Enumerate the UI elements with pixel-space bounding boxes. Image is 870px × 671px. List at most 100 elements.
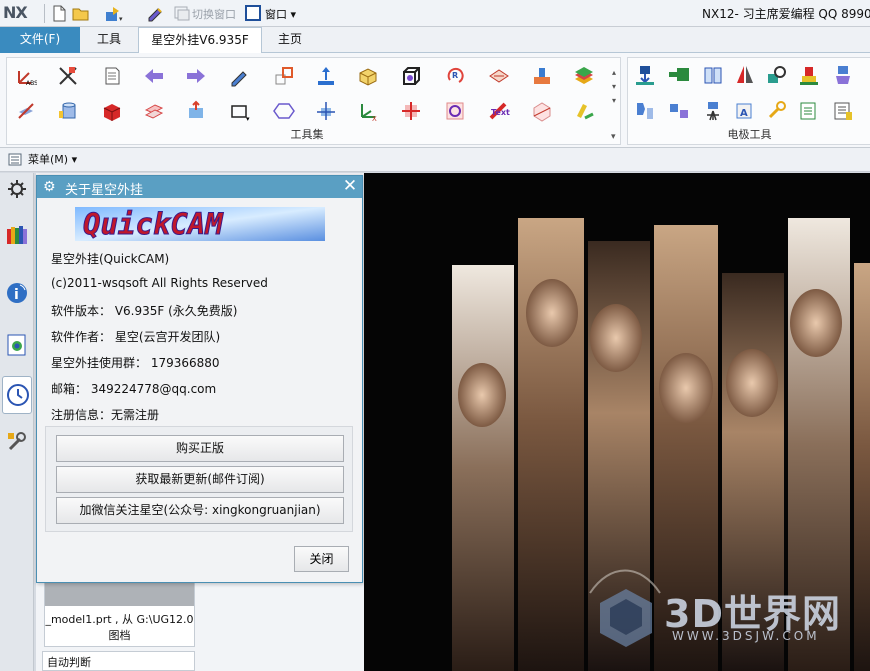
clock-icon [7, 384, 29, 406]
menu-button[interactable]: 菜单(M) ▾ [6, 151, 77, 169]
point-icon[interactable] [400, 100, 422, 122]
chevron-down-icon: ▾ [71, 153, 78, 166]
svg-text:X: X [372, 115, 377, 122]
author-info: 软件作者： 星空(云宫开发团队) [51, 330, 221, 344]
electrode-split-icon[interactable] [634, 100, 656, 122]
layers-icon[interactable] [573, 65, 595, 87]
cut-face-icon[interactable] [15, 100, 37, 122]
svg-text:▾: ▾ [246, 115, 250, 122]
product-name: 星空外挂(QuickCAM) [51, 252, 170, 266]
rectangle-icon[interactable]: ▾ [228, 100, 250, 122]
quickcam-logo-text: QuickCAM [83, 207, 224, 241]
extrude-up-icon[interactable] [315, 65, 337, 87]
electrode-tools-group: A 电极工具 [627, 57, 870, 145]
web-browser-icon[interactable] [5, 333, 29, 357]
block-icon[interactable] [357, 65, 379, 87]
chevron-down-icon[interactable]: ▾ [611, 132, 616, 142]
rotate-r-icon[interactable]: R [444, 65, 466, 87]
graphics-window[interactable]: 3D世界网 WWW.3DSJW.COM [364, 173, 870, 671]
quickcam-logo: QuickCAM [75, 207, 325, 241]
electrode-inspect-icon[interactable] [766, 64, 788, 86]
section-view-icon[interactable] [531, 100, 553, 122]
edit-tool-icon[interactable] [146, 5, 166, 22]
window-menu-label: 窗口 [265, 8, 287, 21]
sheet-icon[interactable] [101, 65, 123, 87]
app-title: NX12- 习主席爱编程 QQ 8990 [702, 7, 870, 21]
electrode-label-icon[interactable]: A [734, 100, 756, 122]
recent-file-name: _model1.prt , 从 G:\UG12.0图档 [45, 613, 194, 642]
polygon-icon[interactable] [273, 100, 295, 122]
svg-text:i: i [14, 287, 19, 303]
electrode-sail-icon[interactable] [734, 64, 756, 86]
recent-file-card[interactable]: _model1.prt , 从 G:\UG12.0图档 [44, 573, 195, 647]
books-icon[interactable] [5, 223, 29, 247]
toolbar-separator [44, 4, 45, 23]
trim-icon[interactable] [57, 65, 79, 87]
window-icon[interactable] [245, 5, 261, 22]
buy-button[interactable]: 购买正版 [56, 435, 344, 462]
pen-tool-icon[interactable] [228, 65, 250, 87]
electrode-pair-icon[interactable] [668, 100, 690, 122]
user-group-info: 星空外挂使用群： 179366880 [51, 356, 220, 370]
nx-logo: NX [3, 3, 28, 22]
email-info: 邮箱： 349224778@qq.com [51, 382, 217, 396]
open-folder-icon[interactable] [72, 5, 90, 22]
offset-face-icon[interactable] [185, 100, 207, 122]
menu-icon [8, 153, 22, 166]
auto-judge-field[interactable]: 自动判断 [42, 651, 195, 671]
gear-icon: ⚙ [43, 179, 56, 195]
plane-icon[interactable] [488, 65, 510, 87]
history-tab[interactable] [2, 376, 32, 414]
save-options-icon[interactable]: ▾ [104, 5, 124, 22]
electrode-stack-icon[interactable] [798, 64, 820, 86]
electrode-down-icon[interactable] [634, 64, 656, 86]
electrode-sheet-icon[interactable] [798, 100, 820, 122]
tab-file[interactable]: 文件(F) [0, 27, 80, 53]
text-tool-icon[interactable]: Text [488, 100, 510, 122]
electrode-list-icon[interactable] [832, 100, 854, 122]
new-file-icon[interactable] [52, 5, 66, 22]
window-menu[interactable]: 窗口 ▾ [265, 6, 296, 22]
svg-text:Text: Text [491, 108, 510, 117]
dialog-header[interactable]: ⚙ 关于星空外挂 ✕ [37, 176, 362, 198]
role-tools-icon[interactable] [5, 429, 29, 453]
get-updates-button[interactable]: 获取最新更新(邮件订阅) [56, 466, 344, 493]
tab-xingkong[interactable]: 星空外挂V6.935F [138, 27, 262, 54]
menu-label: 菜单(M) [28, 153, 69, 166]
gallery-scroll-arrows[interactable]: ▴ ▾ ▾ [612, 66, 616, 108]
title-bar: NX ▾ 切换窗口 窗口 ▾ NX12- 习主席爱编程 QQ 8990 [0, 0, 870, 27]
info-icon[interactable]: i [5, 281, 29, 305]
arrow-left-icon[interactable] [143, 65, 165, 87]
split-body-icon[interactable] [143, 100, 165, 122]
circle-frame-icon[interactable] [444, 100, 466, 122]
tab-tools[interactable]: 工具 [84, 27, 134, 53]
svg-text:▾: ▾ [119, 15, 123, 22]
copyright: (c)2011-wsqsoft All Rights Reserved [51, 276, 268, 290]
wcs-icon[interactable]: X [357, 100, 379, 122]
move-object-icon[interactable] [315, 100, 337, 122]
dimension-icon[interactable] [273, 65, 295, 87]
chevron-down-icon: ▾ [290, 8, 297, 21]
close-icon[interactable]: ✕ [340, 177, 360, 197]
svg-text:A: A [740, 108, 748, 119]
machine-icon[interactable] [531, 65, 553, 87]
bounding-box-icon[interactable] [400, 65, 422, 87]
wechat-follow-button[interactable]: 加微信关注星空(公众号: xingkongruanjian) [56, 497, 344, 524]
cylinder-icon[interactable] [57, 100, 79, 122]
gear-icon[interactable] [5, 177, 29, 201]
red-cube-icon[interactable] [101, 100, 123, 122]
highlight-icon[interactable] [573, 100, 595, 122]
about-dialog: ⚙ 关于星空外挂 ✕ QuickCAM 星空外挂(QuickCAM) (c)20… [36, 175, 363, 583]
version-info: 软件版本： V6.935F (永久免费版) [51, 304, 238, 318]
ribbon: ABS R ▾ X Text ▴ ▾ ▾ ▾ 工具集 A 电极工具 [0, 53, 870, 148]
close-button[interactable]: 关闭 [294, 546, 349, 572]
electrode-spark-icon[interactable] [702, 100, 724, 122]
electrode-side-icon[interactable] [668, 64, 690, 86]
electrode-book-icon[interactable] [702, 64, 724, 86]
arrow-right-icon[interactable] [185, 65, 207, 87]
electrode-tool-icon[interactable] [832, 64, 854, 86]
electrode-wrench-icon[interactable] [766, 100, 788, 122]
tab-home[interactable]: 主页 [264, 27, 316, 53]
resource-bar: i [0, 173, 34, 671]
abs-csys-icon[interactable]: ABS [15, 65, 37, 87]
